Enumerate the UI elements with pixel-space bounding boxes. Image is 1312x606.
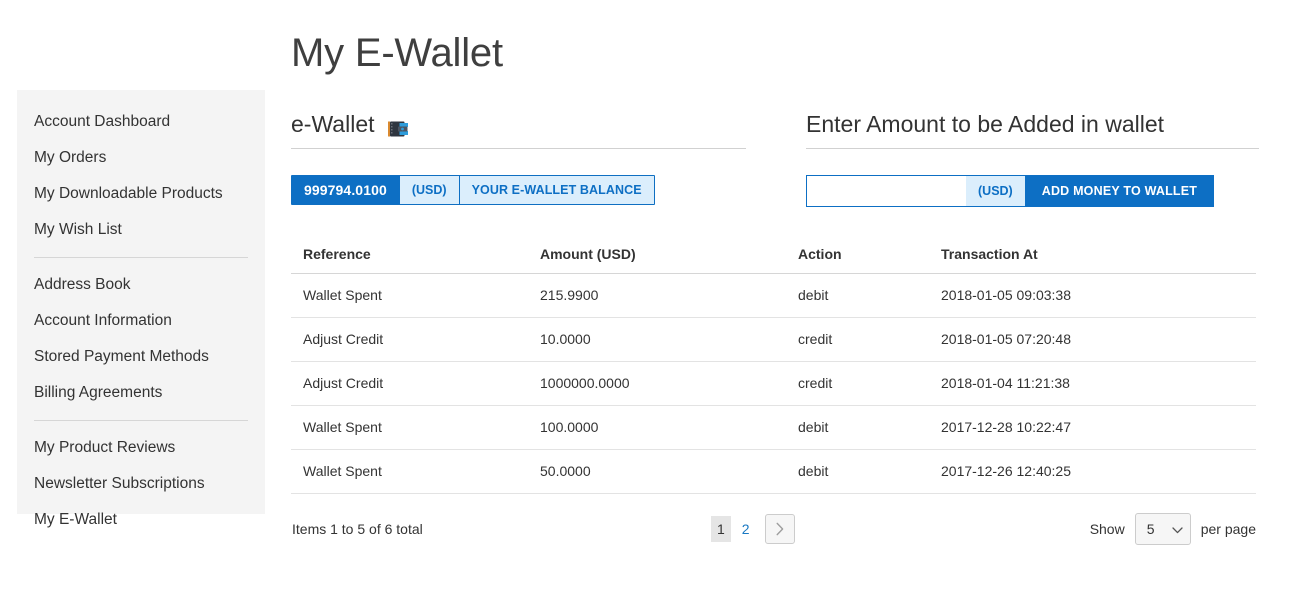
list-item: My E-Wallet — [17, 502, 265, 538]
table-row: Adjust Credit 10.0000 credit 2018-01-05 … — [291, 317, 1256, 362]
sidebar-item-account-dashboard[interactable]: Account Dashboard — [17, 104, 265, 140]
cell-amount: 100.0000 — [528, 405, 786, 450]
pagination-toolbar: Items 1 to 5 of 6 total 1 2 Show 5102030 — [291, 512, 1256, 546]
amount-currency-label: (USD) — [966, 175, 1025, 207]
sidebar-item-my-orders[interactable]: My Orders — [17, 140, 265, 176]
table-row: Wallet Spent 50.0000 debit 2017-12-26 12… — [291, 449, 1256, 494]
sidebar-item-my-product-reviews[interactable]: My Product Reviews — [17, 430, 265, 466]
items-count-text: Items 1 to 5 of 6 total — [292, 521, 423, 537]
sidebar-item-my-wish-list[interactable]: My Wish List — [17, 212, 265, 248]
amount-input[interactable] — [806, 175, 966, 207]
wallet-section-heading: e-Wallet — [291, 110, 746, 148]
account-sidebar: Account Dashboard My Orders My Downloada… — [17, 90, 265, 528]
page-link-2[interactable]: 2 — [736, 516, 756, 542]
column-header-amount: Amount (USD) — [528, 237, 786, 274]
add-money-to-wallet-button[interactable]: ADD MONEY TO WALLET — [1024, 175, 1215, 207]
page-size-select[interactable]: 5102030 — [1134, 513, 1191, 545]
pager: 1 2 — [711, 514, 795, 544]
sidebar-item-newsletter-subscriptions[interactable]: Newsletter Subscriptions — [17, 466, 265, 502]
add-money-heading: Enter Amount to be Added in wallet — [806, 111, 1165, 137]
cell-reference: Adjust Credit — [291, 361, 528, 406]
cell-transaction-at: 2018-01-05 09:03:38 — [929, 273, 1256, 318]
cell-action: credit — [786, 361, 929, 406]
cell-reference: Wallet Spent — [291, 273, 528, 318]
sidebar-group-1: Account Dashboard My Orders My Downloada… — [17, 104, 265, 248]
cell-reference: Adjust Credit — [291, 317, 528, 362]
column-header-action: Action — [786, 237, 929, 274]
cell-action: credit — [786, 317, 929, 362]
sidebar-divider-2 — [34, 420, 248, 421]
cell-action: debit — [786, 449, 929, 494]
list-item: My Wish List — [17, 212, 265, 248]
cell-amount: 215.9900 — [528, 273, 786, 318]
main-content: My E-Wallet e-Wallet 999794.0100 (USD) Y… — [291, 0, 1259, 546]
cell-action: debit — [786, 405, 929, 450]
cell-amount: 1000000.0000 — [528, 361, 786, 406]
wallet-balance-amount: 999794.0100 — [292, 176, 399, 204]
sidebar-group-2: Address Book Account Information Stored … — [17, 267, 265, 411]
sidebar-item-my-downloadable-products[interactable]: My Downloadable Products — [17, 176, 265, 212]
list-item: Stored Payment Methods — [17, 339, 265, 375]
wallet-balance-section: e-Wallet 999794.0100 (USD) YOUR E-WALLET… — [291, 110, 746, 207]
cell-transaction-at: 2018-01-04 11:21:38 — [929, 361, 1256, 406]
sidebar-item-account-information[interactable]: Account Information — [17, 303, 265, 339]
chevron-right-icon — [774, 522, 786, 536]
transactions-table: Reference Amount (USD) Action Transactio… — [291, 237, 1256, 494]
add-money-form: (USD) ADD MONEY TO WALLET — [806, 175, 1259, 207]
next-page-button[interactable] — [764, 514, 795, 544]
table-row: Wallet Spent 215.9900 debit 2018-01-05 0… — [291, 273, 1256, 318]
add-money-section: Enter Amount to be Added in wallet (USD)… — [806, 110, 1259, 207]
list-item: Newsletter Subscriptions — [17, 466, 265, 502]
list-item: My Product Reviews — [17, 430, 265, 466]
page-size-limiter: Show 5102030 per page — [1090, 513, 1256, 545]
show-label: Show — [1089, 521, 1125, 537]
sidebar-group-3: My Product Reviews Newsletter Subscripti… — [17, 430, 265, 538]
transactions-table-body: Wallet Spent 215.9900 debit 2018-01-05 0… — [291, 273, 1256, 494]
list-item: My Orders — [17, 140, 265, 176]
page-title: My E-Wallet — [291, 31, 503, 75]
cell-reference: Wallet Spent — [291, 449, 528, 494]
cell-reference: Wallet Spent — [291, 405, 528, 450]
column-header-transaction-at: Transaction At — [929, 237, 1256, 274]
list-item: My Downloadable Products — [17, 176, 265, 212]
transactions-table-head: Reference Amount (USD) Action Transactio… — [291, 237, 1256, 274]
list-item: Billing Agreements — [17, 375, 265, 411]
cell-transaction-at: 2017-12-26 12:40:25 — [929, 449, 1256, 494]
wallet-balance-badge: 999794.0100 (USD) YOUR E-WALLET BALANCE — [291, 175, 655, 205]
list-item: Address Book — [17, 267, 265, 303]
cell-action: debit — [786, 273, 929, 318]
page-link-1[interactable]: 1 — [711, 516, 731, 542]
wallet-icon — [387, 116, 409, 137]
wallet-balance-label: YOUR E-WALLET BALANCE — [458, 176, 654, 204]
table-row: Adjust Credit 1000000.0000 credit 2018-0… — [291, 361, 1256, 406]
wallet-section-label: e-Wallet — [291, 111, 375, 137]
sidebar-item-billing-agreements[interactable]: Billing Agreements — [17, 375, 265, 411]
list-item: Account Information — [17, 303, 265, 339]
list-item: Account Dashboard — [17, 104, 265, 140]
table-row: Wallet Spent 100.0000 debit 2017-12-28 1… — [291, 405, 1256, 450]
page-root: Account Dashboard My Orders My Downloada… — [0, 0, 1312, 606]
cell-transaction-at: 2018-01-05 07:20:48 — [929, 317, 1256, 362]
cell-amount: 10.0000 — [528, 317, 786, 362]
sidebar-divider-1 — [34, 257, 248, 258]
add-money-rule — [806, 148, 1259, 149]
sidebar-item-stored-payment-methods[interactable]: Stored Payment Methods — [17, 339, 265, 375]
wallet-section-rule — [291, 148, 746, 149]
page-size-select-wrap: 5102030 — [1134, 513, 1191, 545]
cell-transaction-at: 2017-12-28 10:22:47 — [929, 405, 1256, 450]
wallet-balance-currency: (USD) — [398, 176, 459, 204]
per-page-label: per page — [1200, 521, 1256, 537]
sidebar-item-address-book[interactable]: Address Book — [17, 267, 265, 303]
sidebar-item-my-e-wallet[interactable]: My E-Wallet — [17, 502, 265, 538]
cell-amount: 50.0000 — [528, 449, 786, 494]
wallet-columns: e-Wallet 999794.0100 (USD) YOUR E-WALLET… — [291, 110, 1259, 207]
transactions-table-wrapper: Reference Amount (USD) Action Transactio… — [291, 237, 1256, 494]
table-header-row: Reference Amount (USD) Action Transactio… — [291, 237, 1256, 274]
column-header-reference: Reference — [291, 237, 528, 274]
